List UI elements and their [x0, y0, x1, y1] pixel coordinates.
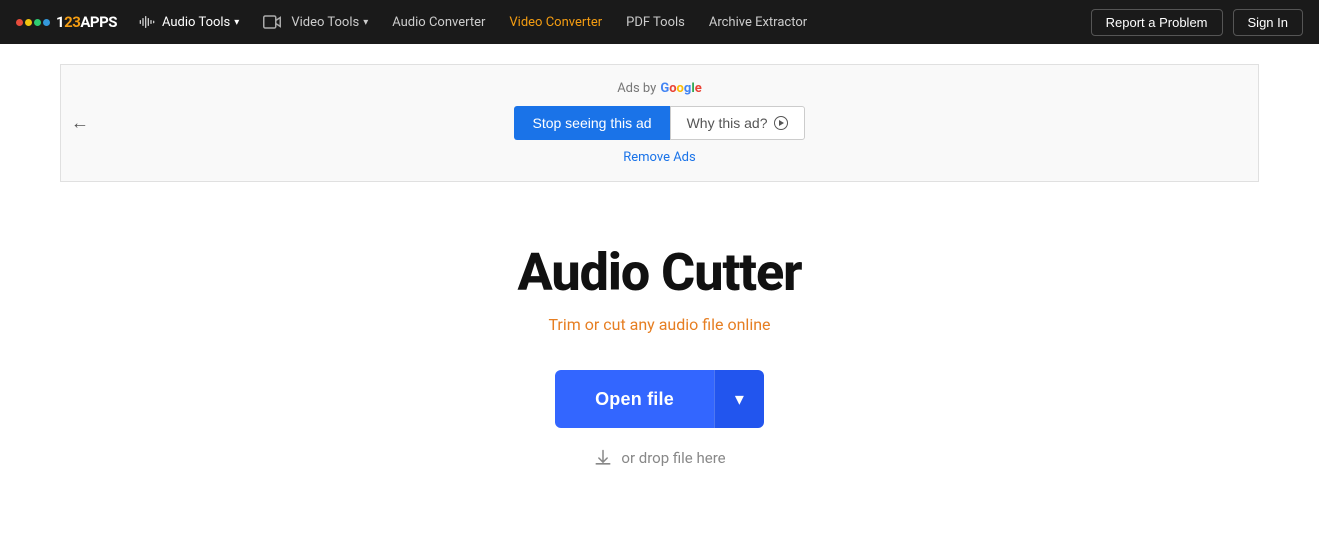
- ads-by-label: Ads by: [617, 81, 656, 96]
- page-subtitle: Trim or cut any audio file online: [548, 315, 770, 334]
- play-icon: [774, 116, 788, 130]
- remove-ads-link[interactable]: Remove Ads: [623, 150, 695, 165]
- nav-video-tools[interactable]: Video Tools ▾: [253, 0, 378, 44]
- dot-red: [16, 19, 23, 26]
- video-tools-label: Video Tools: [291, 15, 359, 30]
- page-title: Audio Cutter: [517, 242, 801, 303]
- audio-tools-chevron: ▾: [234, 17, 239, 28]
- why-this-ad-button[interactable]: Why this ad?: [670, 106, 805, 140]
- dot-green: [34, 19, 41, 26]
- audio-tools-label: Audio Tools: [162, 15, 230, 30]
- drop-file-icon: [593, 448, 613, 468]
- video-icon: [263, 15, 281, 29]
- audio-converter-label: Audio Converter: [392, 15, 485, 30]
- logo-text: 123APPS: [56, 13, 117, 31]
- ad-buttons: Stop seeing this ad Why this ad?: [514, 106, 804, 140]
- ads-by-google: Ads by Google: [617, 81, 702, 96]
- drop-file-label: or drop file here: [621, 449, 725, 467]
- video-tools-chevron: ▾: [363, 17, 368, 28]
- report-problem-button[interactable]: Report a Problem: [1091, 9, 1223, 36]
- ad-section: ← Ads by Google Stop seeing this ad Why …: [60, 64, 1259, 182]
- dot-yellow: [25, 19, 32, 26]
- sign-in-button[interactable]: Sign In: [1233, 9, 1303, 36]
- video-converter-label: Video Converter: [509, 15, 602, 30]
- drop-file-hint: or drop file here: [593, 448, 725, 468]
- open-file-dropdown-button[interactable]: ▾: [714, 370, 764, 428]
- navbar: 123APPS Audio Tools ▾ Video Tools ▾: [0, 0, 1319, 44]
- logo[interactable]: 123APPS: [16, 13, 117, 31]
- audio-waveform-icon: [139, 14, 155, 30]
- google-logo: Google: [660, 81, 701, 96]
- nav-archive-extractor[interactable]: Archive Extractor: [699, 0, 817, 44]
- open-file-button[interactable]: Open file: [555, 370, 714, 428]
- nav-audio-tools[interactable]: Audio Tools ▾: [129, 0, 249, 44]
- dot-blue: [43, 19, 50, 26]
- nav-video-converter[interactable]: Video Converter: [499, 0, 612, 44]
- stop-seeing-ad-button[interactable]: Stop seeing this ad: [514, 106, 669, 140]
- nav-audio-converter[interactable]: Audio Converter: [382, 0, 495, 44]
- why-ad-label: Why this ad?: [687, 115, 768, 131]
- logo-accent: 23: [64, 13, 80, 31]
- ad-back-arrow[interactable]: ←: [71, 113, 89, 134]
- logo-dots: [16, 19, 50, 26]
- pdf-tools-label: PDF Tools: [626, 15, 685, 30]
- archive-extractor-label: Archive Extractor: [709, 15, 807, 30]
- open-file-container: Open file ▾: [555, 370, 764, 428]
- dropdown-chevron-icon: ▾: [735, 389, 744, 410]
- nav-pdf-tools[interactable]: PDF Tools: [616, 0, 695, 44]
- main-content: Audio Cutter Trim or cut any audio file …: [0, 202, 1319, 528]
